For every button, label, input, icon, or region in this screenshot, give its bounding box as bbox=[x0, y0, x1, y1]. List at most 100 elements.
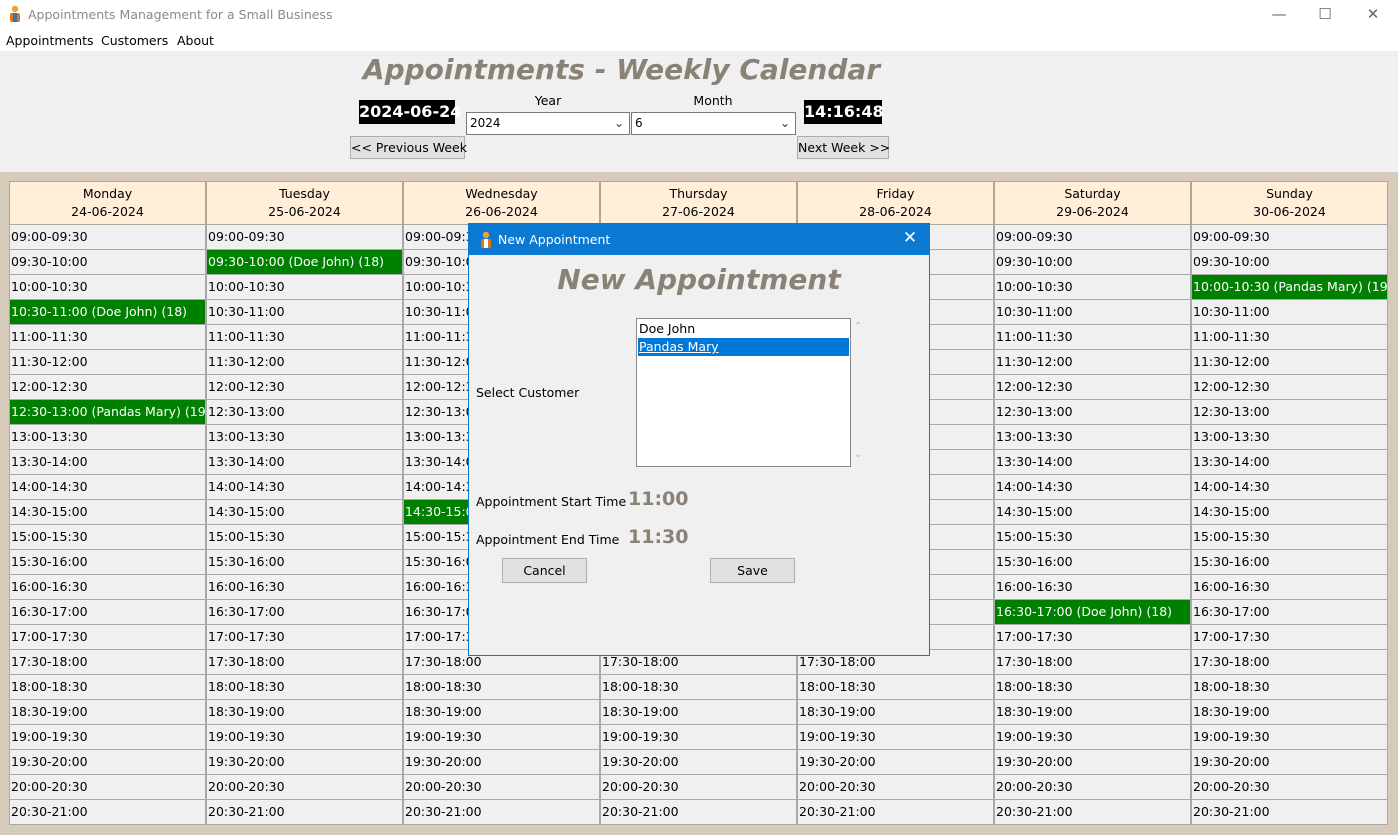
time-slot[interactable]: 09:00-09:30 bbox=[1191, 225, 1388, 250]
time-slot[interactable]: 16:30-17:00 bbox=[206, 600, 403, 625]
time-slot[interactable]: 20:00-20:30 bbox=[797, 775, 994, 800]
time-slot[interactable]: 13:30-14:00 bbox=[206, 450, 403, 475]
time-slot[interactable]: 18:00-18:30 bbox=[1191, 675, 1388, 700]
time-slot[interactable]: 12:30-13:00 bbox=[1191, 400, 1388, 425]
time-slot[interactable]: 18:00-18:30 bbox=[9, 675, 206, 700]
time-slot[interactable]: 11:00-11:30 bbox=[1191, 325, 1388, 350]
time-slot[interactable]: 10:00-10:30 bbox=[994, 275, 1191, 300]
time-slot[interactable]: 17:00-17:30 bbox=[1191, 625, 1388, 650]
time-slot[interactable]: 09:30-10:00 bbox=[994, 250, 1191, 275]
time-slot[interactable]: 20:00-20:30 bbox=[600, 775, 797, 800]
time-slot[interactable]: 16:00-16:30 bbox=[9, 575, 206, 600]
time-slot[interactable]: 19:00-19:30 bbox=[1191, 725, 1388, 750]
time-slot[interactable]: 15:00-15:30 bbox=[1191, 525, 1388, 550]
time-slot[interactable]: 20:00-20:30 bbox=[1191, 775, 1388, 800]
time-slot[interactable]: 13:30-14:00 bbox=[1191, 450, 1388, 475]
time-slot[interactable]: 09:30-10:00 bbox=[1191, 250, 1388, 275]
time-slot[interactable]: 16:00-16:30 bbox=[994, 575, 1191, 600]
time-slot[interactable]: 19:30-20:00 bbox=[1191, 750, 1388, 775]
time-slot[interactable]: 11:30-12:00 bbox=[1191, 350, 1388, 375]
time-slot[interactable]: 15:30-16:00 bbox=[206, 550, 403, 575]
time-slot[interactable]: 09:00-09:30 bbox=[994, 225, 1191, 250]
time-slot[interactable]: 20:00-20:30 bbox=[994, 775, 1191, 800]
time-slot[interactable]: 18:30-19:00 bbox=[600, 700, 797, 725]
time-slot[interactable]: 13:00-13:30 bbox=[206, 425, 403, 450]
previous-week-button[interactable]: << Previous Week bbox=[350, 136, 467, 159]
time-slot[interactable]: 15:30-16:00 bbox=[9, 550, 206, 575]
time-slot[interactable]: 14:00-14:30 bbox=[994, 475, 1191, 500]
time-slot[interactable]: 20:30-21:00 bbox=[1191, 800, 1388, 825]
time-slot[interactable]: 19:00-19:30 bbox=[9, 725, 206, 750]
time-slot[interactable]: 19:00-19:30 bbox=[994, 725, 1191, 750]
scroll-down-icon[interactable]: ⌄ bbox=[854, 449, 862, 460]
time-slot[interactable]: 18:30-19:00 bbox=[994, 700, 1191, 725]
time-slot[interactable]: 19:00-19:30 bbox=[403, 725, 600, 750]
time-slot[interactable]: 13:00-13:30 bbox=[9, 425, 206, 450]
time-slot[interactable]: 18:30-19:00 bbox=[403, 700, 600, 725]
time-slot[interactable]: 16:30-17:00 bbox=[1191, 600, 1388, 625]
time-slot[interactable]: 18:30-19:00 bbox=[797, 700, 994, 725]
time-slot[interactable]: 18:00-18:30 bbox=[403, 675, 600, 700]
time-slot[interactable]: 17:00-17:30 bbox=[9, 625, 206, 650]
time-slot[interactable]: 17:00-17:30 bbox=[994, 625, 1191, 650]
time-slot[interactable]: 12:00-12:30 bbox=[9, 375, 206, 400]
time-slot[interactable]: 20:30-21:00 bbox=[600, 800, 797, 825]
time-slot[interactable]: 20:00-20:30 bbox=[9, 775, 206, 800]
time-slot[interactable]: 12:30-13:00 bbox=[206, 400, 403, 425]
time-slot[interactable]: 12:00-12:30 bbox=[994, 375, 1191, 400]
time-slot[interactable]: 15:30-16:00 bbox=[1191, 550, 1388, 575]
time-slot[interactable]: 18:00-18:30 bbox=[206, 675, 403, 700]
time-slot[interactable]: 17:30-18:00 bbox=[1191, 650, 1388, 675]
time-slot[interactable]: 20:30-21:00 bbox=[403, 800, 600, 825]
time-slot[interactable]: 17:30-18:00 bbox=[994, 650, 1191, 675]
time-slot[interactable]: 19:30-20:00 bbox=[994, 750, 1191, 775]
time-slot[interactable]: 12:00-12:30 bbox=[206, 375, 403, 400]
time-slot[interactable]: 14:00-14:30 bbox=[1191, 475, 1388, 500]
time-slot[interactable]: 09:00-09:30 bbox=[9, 225, 206, 250]
time-slot[interactable]: 14:00-14:30 bbox=[9, 475, 206, 500]
time-slot[interactable]: 13:30-14:00 bbox=[994, 450, 1191, 475]
time-slot[interactable]: 18:30-19:00 bbox=[206, 700, 403, 725]
time-slot[interactable]: 19:00-19:30 bbox=[206, 725, 403, 750]
booked-slot[interactable]: 10:30-11:00 (Doe John) (18) bbox=[9, 300, 206, 325]
time-slot[interactable]: 18:30-19:00 bbox=[1191, 700, 1388, 725]
time-slot[interactable]: 13:00-13:30 bbox=[994, 425, 1191, 450]
month-select[interactable]: 6 ⌄ bbox=[631, 112, 796, 135]
close-window-button[interactable]: ✕ bbox=[1350, 0, 1396, 30]
time-slot[interactable]: 20:00-20:30 bbox=[206, 775, 403, 800]
time-slot[interactable]: 18:00-18:30 bbox=[600, 675, 797, 700]
time-slot[interactable]: 16:00-16:30 bbox=[1191, 575, 1388, 600]
time-slot[interactable]: 20:30-21:00 bbox=[9, 800, 206, 825]
time-slot[interactable]: 18:00-18:30 bbox=[994, 675, 1191, 700]
menu-appointments[interactable]: Appointments bbox=[6, 33, 94, 48]
time-slot[interactable]: 15:00-15:30 bbox=[994, 525, 1191, 550]
time-slot[interactable]: 20:00-20:30 bbox=[403, 775, 600, 800]
time-slot[interactable]: 10:00-10:30 bbox=[206, 275, 403, 300]
booked-slot[interactable]: 12:30-13:00 (Pandas Mary) (19) bbox=[9, 400, 206, 425]
scroll-up-icon[interactable]: ⌃ bbox=[854, 321, 862, 332]
next-week-button[interactable]: Next Week >> bbox=[797, 136, 890, 159]
time-slot[interactable]: 12:00-12:30 bbox=[1191, 375, 1388, 400]
booked-slot[interactable]: 09:30-10:00 (Doe John) (18) bbox=[206, 250, 403, 275]
time-slot[interactable]: 19:30-20:00 bbox=[403, 750, 600, 775]
time-slot[interactable]: 10:30-11:00 bbox=[1191, 300, 1388, 325]
booked-slot[interactable]: 16:30-17:00 (Doe John) (18) bbox=[994, 600, 1191, 625]
time-slot[interactable]: 17:00-17:30 bbox=[206, 625, 403, 650]
menu-about[interactable]: About bbox=[177, 33, 214, 48]
time-slot[interactable]: 16:00-16:30 bbox=[206, 575, 403, 600]
time-slot[interactable]: 16:30-17:00 bbox=[9, 600, 206, 625]
time-slot[interactable]: 20:30-21:00 bbox=[994, 800, 1191, 825]
dialog-close-button[interactable]: ✕ bbox=[899, 228, 921, 248]
time-slot[interactable]: 15:30-16:00 bbox=[994, 550, 1191, 575]
time-slot[interactable]: 13:00-13:30 bbox=[1191, 425, 1388, 450]
time-slot[interactable]: 13:30-14:00 bbox=[9, 450, 206, 475]
time-slot[interactable]: 20:30-21:00 bbox=[797, 800, 994, 825]
time-slot[interactable]: 14:30-15:00 bbox=[9, 500, 206, 525]
time-slot[interactable]: 14:30-15:00 bbox=[1191, 500, 1388, 525]
save-button[interactable]: Save bbox=[710, 558, 795, 583]
maximize-button[interactable]: ☐ bbox=[1302, 0, 1348, 30]
time-slot[interactable]: 11:00-11:30 bbox=[9, 325, 206, 350]
time-slot[interactable]: 19:30-20:00 bbox=[797, 750, 994, 775]
time-slot[interactable]: 19:30-20:00 bbox=[9, 750, 206, 775]
time-slot[interactable]: 09:30-10:00 bbox=[9, 250, 206, 275]
